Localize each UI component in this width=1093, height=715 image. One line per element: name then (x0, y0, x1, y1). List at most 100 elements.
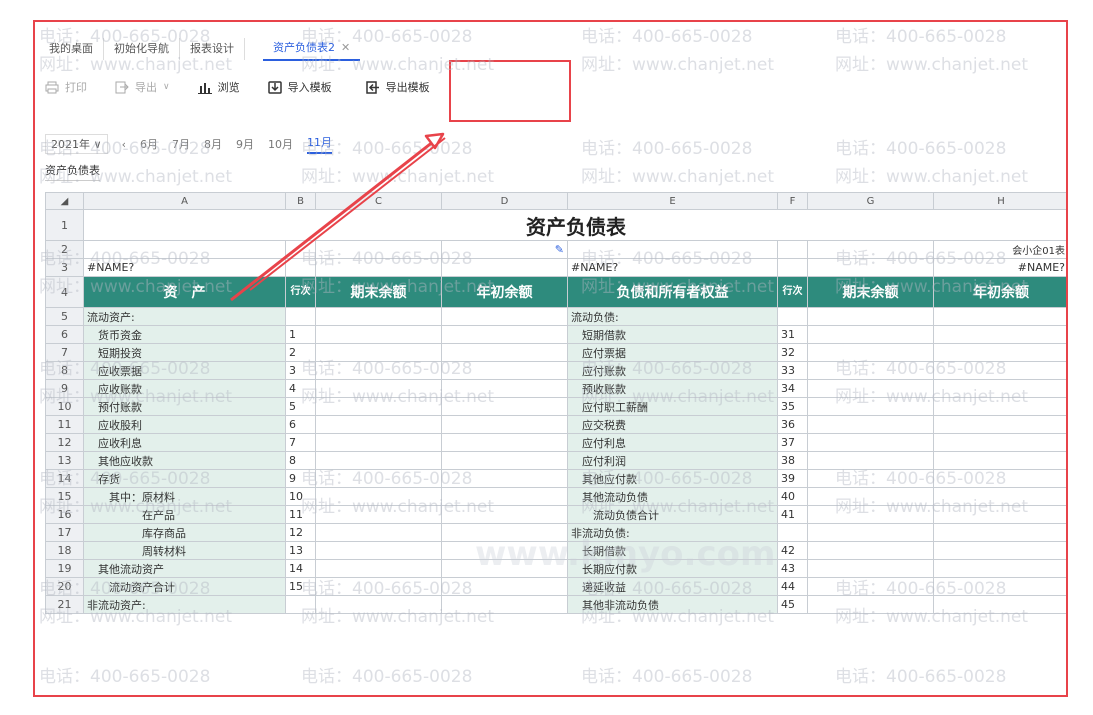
asset-item[interactable]: 应收账款 (83, 379, 286, 398)
asset-line-no[interactable]: 5 (285, 397, 316, 416)
liability-end-balance[interactable] (807, 559, 934, 578)
assets-header[interactable]: 资 产 (83, 276, 286, 308)
liability-item[interactable]: 应付职工薪酬 (567, 397, 778, 416)
asset-item[interactable]: 在产品 (83, 505, 286, 524)
liability-line-no[interactable]: 45 (777, 595, 808, 614)
cell[interactable] (807, 240, 934, 259)
asset-item[interactable]: 周转材料 (83, 541, 286, 560)
liability-item[interactable]: 其他流动负债 (567, 487, 778, 506)
row-number[interactable]: 10 (45, 397, 84, 416)
column-header[interactable]: D (441, 192, 568, 210)
asset-begin-balance[interactable] (441, 487, 568, 506)
asset-line-no[interactable]: 3 (285, 361, 316, 380)
asset-item[interactable]: 其他应收款 (83, 451, 286, 470)
liability-item[interactable]: 其他非流动负债 (567, 595, 778, 614)
asset-item[interactable]: 应收票据 (83, 361, 286, 380)
month-8[interactable]: 8月 (204, 136, 222, 152)
pencil-icon[interactable]: ✎ (555, 243, 564, 256)
asset-line-no[interactable]: 15 (285, 577, 316, 596)
column-header[interactable]: G (807, 192, 934, 210)
asset-item[interactable]: 其中：原材料 (83, 487, 286, 506)
asset-begin-balance[interactable] (441, 415, 568, 434)
liability-begin-balance[interactable] (933, 415, 1066, 434)
liability-begin-balance[interactable] (933, 487, 1066, 506)
liability-end-balance[interactable] (807, 343, 934, 362)
liability-line-no[interactable] (777, 523, 808, 542)
liability-begin-balance[interactable] (933, 541, 1066, 560)
column-header[interactable]: A (83, 192, 286, 210)
liability-line-no[interactable]: 33 (777, 361, 808, 380)
liability-end-balance[interactable] (807, 397, 934, 416)
asset-end-balance[interactable] (315, 451, 442, 470)
liability-begin-balance[interactable] (933, 397, 1066, 416)
asset-item[interactable]: 货币资金 (83, 325, 286, 344)
liability-end-balance[interactable] (807, 433, 934, 452)
liability-line-no[interactable]: 35 (777, 397, 808, 416)
asset-line-no[interactable]: 10 (285, 487, 316, 506)
row-number[interactable]: 8 (45, 361, 84, 380)
row-number[interactable]: 18 (45, 541, 84, 560)
liability-line-no[interactable]: 39 (777, 469, 808, 488)
browse-button[interactable]: 浏览 (197, 79, 240, 95)
export-template-button[interactable]: 导出模板 (365, 79, 430, 95)
end-balance-header[interactable]: 期末余额 (315, 276, 442, 308)
asset-begin-balance[interactable] (441, 325, 568, 344)
asset-line-no[interactable] (285, 307, 316, 326)
row-number[interactable]: 7 (45, 343, 84, 362)
asset-item[interactable]: 库存商品 (83, 523, 286, 542)
liability-line-no[interactable]: 37 (777, 433, 808, 452)
end-balance-header[interactable]: 期末余额 (807, 276, 934, 308)
liability-item[interactable]: 应付票据 (567, 343, 778, 362)
liability-begin-balance[interactable] (933, 595, 1066, 614)
liability-item[interactable]: 应交税费 (567, 415, 778, 434)
liability-begin-balance[interactable] (933, 307, 1066, 326)
liability-end-balance[interactable] (807, 307, 934, 326)
liability-end-balance[interactable] (807, 523, 934, 542)
month-6[interactable]: 6月 (140, 136, 158, 152)
liability-item[interactable]: 预收账款 (567, 379, 778, 398)
row-number[interactable]: 9 (45, 379, 84, 398)
asset-begin-balance[interactable] (441, 361, 568, 380)
asset-line-no[interactable]: 11 (285, 505, 316, 524)
row-number[interactable]: 14 (45, 469, 84, 488)
asset-line-no[interactable]: 12 (285, 523, 316, 542)
asset-begin-balance[interactable] (441, 451, 568, 470)
liability-end-balance[interactable] (807, 505, 934, 524)
liability-line-no[interactable]: 43 (777, 559, 808, 578)
liability-begin-balance[interactable] (933, 523, 1066, 542)
liability-begin-balance[interactable] (933, 343, 1066, 362)
liability-line-no[interactable]: 38 (777, 451, 808, 470)
asset-end-balance[interactable] (315, 595, 442, 614)
row-number[interactable]: 11 (45, 415, 84, 434)
close-icon[interactable]: ✕ (341, 41, 350, 54)
row-number[interactable]: 4 (45, 276, 84, 308)
row-number[interactable]: 16 (45, 505, 84, 524)
column-header[interactable]: H (933, 192, 1066, 210)
liability-line-no[interactable]: 40 (777, 487, 808, 506)
asset-end-balance[interactable] (315, 577, 442, 596)
liability-begin-balance[interactable] (933, 469, 1066, 488)
liability-item[interactable]: 应付账款 (567, 361, 778, 380)
tab-desktop[interactable]: 我的桌面 (39, 38, 104, 60)
asset-end-balance[interactable] (315, 541, 442, 560)
asset-line-no[interactable]: 13 (285, 541, 316, 560)
month-10[interactable]: 10月 (268, 136, 293, 152)
asset-line-no[interactable]: 9 (285, 469, 316, 488)
liability-item[interactable]: 流动负债合计 (567, 505, 778, 524)
print-button[interactable]: 打印 (45, 79, 87, 95)
asset-end-balance[interactable] (315, 307, 442, 326)
liability-end-balance[interactable] (807, 595, 934, 614)
select-all-corner[interactable]: ◢ (45, 192, 84, 210)
liability-line-no[interactable]: 34 (777, 379, 808, 398)
asset-line-no[interactable]: 2 (285, 343, 316, 362)
liability-begin-balance[interactable] (933, 577, 1066, 596)
tab-init-nav[interactable]: 初始化导航 (104, 38, 180, 60)
liability-begin-balance[interactable] (933, 361, 1066, 380)
row-number[interactable]: 19 (45, 559, 84, 578)
asset-line-no[interactable]: 4 (285, 379, 316, 398)
cell[interactable] (83, 240, 286, 259)
liability-begin-balance[interactable] (933, 451, 1066, 470)
asset-line-no[interactable]: 6 (285, 415, 316, 434)
asset-begin-balance[interactable] (441, 577, 568, 596)
asset-end-balance[interactable] (315, 415, 442, 434)
